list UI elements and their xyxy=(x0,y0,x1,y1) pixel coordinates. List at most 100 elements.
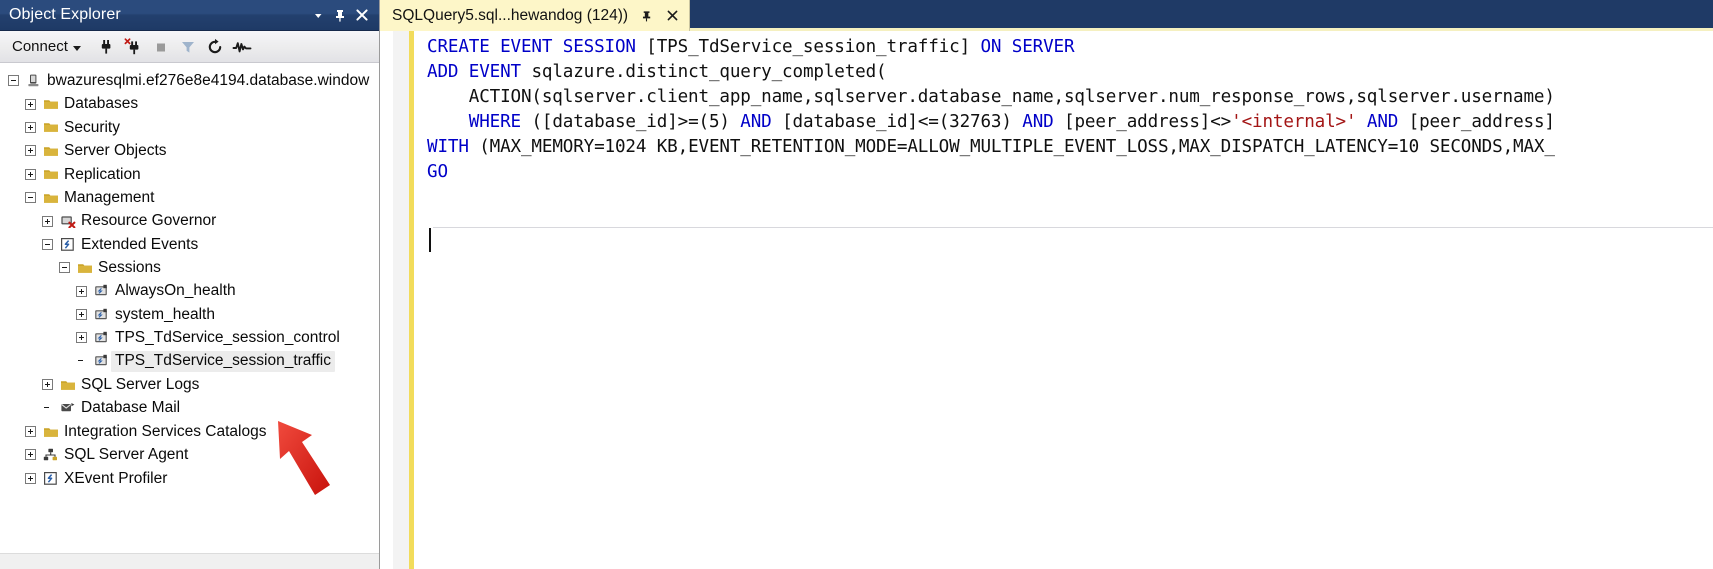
pin-icon[interactable] xyxy=(638,7,654,25)
tree-node-label: Extended Events xyxy=(81,235,199,253)
editor-fold-margin[interactable] xyxy=(393,31,409,569)
tree-node-management[interactable]: Management xyxy=(0,186,379,209)
xevent-session-icon xyxy=(92,353,111,369)
tree-node-label: Integration Services Catalogs xyxy=(64,422,267,440)
filter-icon[interactable] xyxy=(175,34,201,60)
sql-text: [peer_address]<> xyxy=(1064,112,1232,132)
folder-icon xyxy=(41,190,60,206)
folder-icon xyxy=(41,166,60,182)
tree-node-sql-server-logs[interactable]: SQL Server Logs xyxy=(0,373,379,396)
sql-text: [TPS_TdService_session_traffic] xyxy=(646,37,981,57)
current-line-rule xyxy=(433,227,1713,228)
sql-string-literal: '<internal>' xyxy=(1231,112,1357,132)
object-explorer-panel: Object Explorer Connect bwazuresqlmi.ef2… xyxy=(0,0,380,569)
agent-icon xyxy=(41,447,60,463)
extended-events-icon xyxy=(41,470,60,486)
tree-node-alwayson-health[interactable]: AlwaysOn_health xyxy=(0,280,379,303)
toolbar-spacer xyxy=(86,46,93,47)
tree-node-sql-server-agent[interactable]: SQL Server Agent xyxy=(0,443,379,466)
tree-node-label: Management xyxy=(64,188,155,206)
tree-node-label: AlwaysOn_health xyxy=(115,282,236,300)
code-text-area[interactable]: CREATE EVENT SESSION [TPS_TdService_sess… xyxy=(414,31,1713,569)
expand-icon[interactable] xyxy=(25,121,36,133)
current-line-indicator xyxy=(427,227,1713,252)
folder-icon xyxy=(75,260,94,276)
pin-icon[interactable] xyxy=(329,4,351,26)
sql-text: ([database_id]>=(5) xyxy=(531,112,741,132)
expand-icon[interactable] xyxy=(25,449,36,461)
editor-body: CREATE EVENT SESSION [TPS_TdService_sess… xyxy=(380,31,1713,569)
close-icon[interactable] xyxy=(664,7,680,25)
expand-icon[interactable] xyxy=(25,145,36,157)
sql-keyword: WITH xyxy=(427,137,480,157)
tree-node-sessions[interactable]: Sessions xyxy=(0,256,379,279)
tree-node-label: system_health xyxy=(115,305,215,323)
ssms-window: Object Explorer Connect bwazuresqlmi.ef2… xyxy=(0,0,1713,569)
tree-node-resource-governor[interactable]: Resource Governor xyxy=(0,209,379,232)
collapse-icon[interactable] xyxy=(42,238,53,250)
tree-node-label: SQL Server Logs xyxy=(81,376,200,394)
expand-icon[interactable] xyxy=(25,98,36,110)
tree-node-databases[interactable]: Databases xyxy=(0,92,379,115)
xevent-session-icon xyxy=(92,283,111,299)
expand-icon[interactable] xyxy=(25,472,36,484)
object-explorer-toolbar: Connect xyxy=(0,31,379,63)
tree-node-bwazuresqlmi-ef276e8e4194-database-window[interactable]: bwazuresqlmi.ef276e8e4194.database.windo… xyxy=(0,69,379,92)
chevron-down-icon[interactable] xyxy=(307,4,329,26)
expand-icon[interactable] xyxy=(42,379,53,391)
tree-node-security[interactable]: Security xyxy=(0,116,379,139)
editor-indicator-margin xyxy=(380,31,393,569)
chevron-down-icon xyxy=(72,45,81,51)
expand-icon[interactable] xyxy=(25,426,36,438)
tree-node-xevent-profiler[interactable]: XEvent Profiler xyxy=(0,467,379,490)
tree-node-integration-services-catalogs[interactable]: Integration Services Catalogs xyxy=(0,420,379,443)
code-line: GO xyxy=(414,160,1713,185)
expand-icon[interactable] xyxy=(76,332,87,344)
sql-text: ACTION(sqlserver.client_app_name,sqlserv… xyxy=(427,87,1555,107)
expand-icon[interactable] xyxy=(76,309,87,321)
disconnect-icon[interactable] xyxy=(121,34,147,60)
close-icon[interactable] xyxy=(351,4,373,26)
object-explorer-tree[interactable]: bwazuresqlmi.ef276e8e4194.database.windo… xyxy=(0,63,379,553)
connect-button[interactable]: Connect xyxy=(8,35,85,59)
xevent-session-icon xyxy=(92,330,111,346)
tab-sqlquery5[interactable]: SQLQuery5.sql...hewandog (124)) xyxy=(380,0,691,31)
collapse-icon[interactable] xyxy=(25,192,36,204)
tree-node-extended-events[interactable]: Extended Events xyxy=(0,233,379,256)
sql-keyword: AND xyxy=(740,112,783,132)
tree-node-label: Replication xyxy=(64,165,141,183)
tree-node-label: XEvent Profiler xyxy=(64,469,168,487)
tree-node-replication[interactable]: Replication xyxy=(0,163,379,186)
tree-node-server-objects[interactable]: Server Objects xyxy=(0,139,379,162)
expand-icon[interactable] xyxy=(76,285,87,297)
activity-monitor-icon[interactable] xyxy=(229,34,255,60)
collapse-icon[interactable] xyxy=(59,262,70,274)
refresh-icon[interactable] xyxy=(202,34,228,60)
folder-icon xyxy=(41,119,60,135)
code-line: WHERE ([database_id]>=(5) AND [database_… xyxy=(414,110,1713,135)
tree-node-database-mail[interactable]: Database Mail xyxy=(0,396,379,419)
editor-tabstrip: SQLQuery5.sql...hewandog (124)) xyxy=(380,0,1713,31)
tree-node-label: Sessions xyxy=(98,259,161,277)
code-line: CREATE EVENT SESSION [TPS_TdService_sess… xyxy=(414,35,1713,60)
tree-node-tps-tdservice-session-traffic[interactable]: TPS_TdService_session_traffic xyxy=(0,350,379,373)
sql-text: sqlazure.distinct_query_completed( xyxy=(531,62,887,82)
server-icon xyxy=(24,73,43,89)
stop-icon[interactable] xyxy=(148,34,174,60)
object-explorer-scrollbar[interactable] xyxy=(0,553,379,569)
connect-icon[interactable] xyxy=(94,34,120,60)
sql-keyword: CREATE EVENT SESSION xyxy=(427,37,647,57)
tree-node-system-health[interactable]: system_health xyxy=(0,303,379,326)
code-line: ADD EVENT sqlazure.distinct_query_comple… xyxy=(414,60,1713,85)
expand-icon[interactable] xyxy=(25,168,36,180)
no-expander xyxy=(76,356,87,367)
no-expander xyxy=(42,403,53,414)
sql-keyword: ADD EVENT xyxy=(427,62,532,82)
sql-keyword: AND xyxy=(1022,112,1065,132)
object-explorer-titlebar: Object Explorer xyxy=(0,0,379,31)
tree-node-tps-tdservice-session-control[interactable]: TPS_TdService_session_control xyxy=(0,326,379,349)
sql-keyword: AND xyxy=(1366,112,1409,132)
collapse-icon[interactable] xyxy=(8,75,19,87)
expand-icon[interactable] xyxy=(42,215,53,227)
